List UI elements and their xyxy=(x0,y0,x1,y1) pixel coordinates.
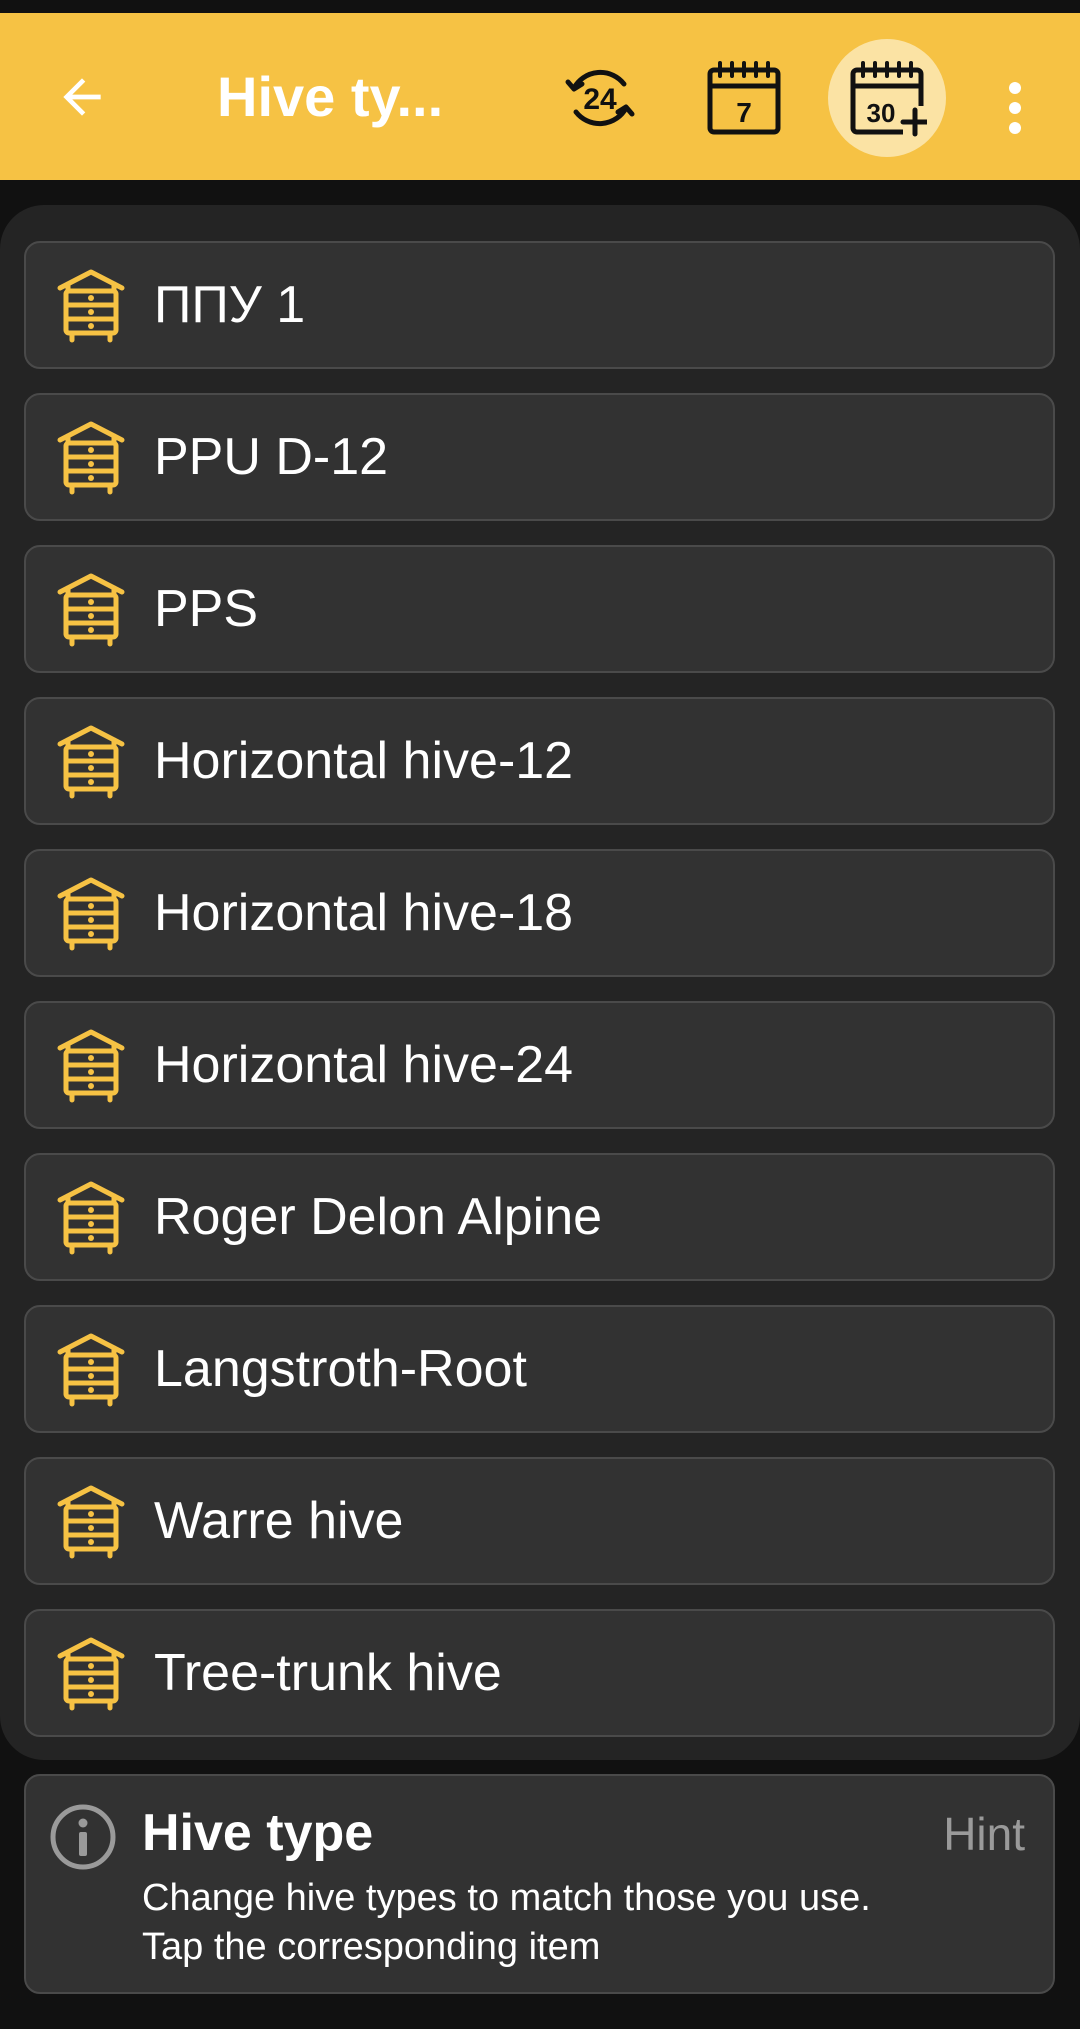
list-item[interactable]: PPS xyxy=(24,545,1055,673)
list-item-label: Horizontal hive-18 xyxy=(154,884,574,942)
list-item[interactable]: Tree-trunk hive xyxy=(24,1609,1055,1737)
more-vertical-icon xyxy=(1009,82,1021,134)
hive-icon xyxy=(57,1029,125,1103)
hint-card: Hive type Hint Change hive types to matc… xyxy=(24,1774,1055,1994)
list-item[interactable]: Horizontal hive-24 xyxy=(24,1001,1055,1129)
calendar-30-plus-button[interactable]: 30 xyxy=(828,39,946,157)
list-item[interactable]: Horizontal hive-18 xyxy=(24,849,1055,977)
list-item-label: PPS xyxy=(154,580,259,638)
hive-icon xyxy=(57,877,125,951)
list-item-label: Horizontal hive-24 xyxy=(154,1036,574,1094)
list-item[interactable]: ППУ 1 xyxy=(24,241,1055,369)
hive-icon xyxy=(57,1485,125,1559)
arrow-left-icon xyxy=(63,78,101,116)
hive-icon xyxy=(57,269,125,343)
hive-icon xyxy=(57,1637,125,1711)
list-item[interactable]: Roger Delon Alpine xyxy=(24,1153,1055,1281)
back-button[interactable] xyxy=(38,53,126,141)
period-24h-icon: 24 xyxy=(565,69,635,127)
hive-icon xyxy=(57,725,125,799)
page-title: Hive ty... xyxy=(217,65,444,128)
hive-icon xyxy=(57,1333,125,1407)
svg-text:24: 24 xyxy=(583,83,617,116)
hive-icon xyxy=(57,421,125,495)
list-item[interactable]: Horizontal hive-12 xyxy=(24,697,1055,825)
list-item-label: Warre hive xyxy=(154,1492,404,1550)
hint-line-1: Change hive types to match those you use… xyxy=(142,1877,871,1919)
app-bar: Hive ty... 24 7 30 xyxy=(0,13,1080,180)
svg-text:7: 7 xyxy=(736,97,752,128)
hint-line-2: Tap the corresponding item xyxy=(142,1926,601,1968)
list-item[interactable]: PPU D-12 xyxy=(24,393,1055,521)
calendar-30-plus-icon: 30 xyxy=(850,61,927,137)
more-options-button[interactable] xyxy=(985,63,1045,153)
period-24h-button[interactable]: 24 xyxy=(541,39,659,157)
list-item-label: Langstroth-Root xyxy=(154,1340,527,1398)
list-item[interactable]: Warre hive xyxy=(24,1457,1055,1585)
list-item-label: Tree-trunk hive xyxy=(154,1644,502,1702)
list-item-label: Horizontal hive-12 xyxy=(154,732,574,790)
list-item[interactable]: Langstroth-Root xyxy=(24,1305,1055,1433)
list-item-label: Roger Delon Alpine xyxy=(154,1188,603,1246)
hive-icon xyxy=(57,1181,125,1255)
svg-text:30: 30 xyxy=(867,98,896,128)
info-icon xyxy=(50,1804,116,1870)
hint-title: Hive type xyxy=(142,1804,374,1862)
hint-text: Change hive types to match those you use… xyxy=(142,1874,1042,1972)
status-bar xyxy=(0,0,1080,13)
hive-type-list: ППУ 1 PPU D-12 PPS Horizontal hive-12 Horizo… xyxy=(0,205,1080,1760)
calendar-7-days-icon: 7 xyxy=(707,61,781,135)
hint-tag: Hint xyxy=(943,1808,1025,1860)
hive-icon xyxy=(57,573,125,647)
list-item-label: PPU D-12 xyxy=(154,428,389,486)
list-item-label: ППУ 1 xyxy=(154,276,306,334)
calendar-7-days-button[interactable]: 7 xyxy=(685,39,803,157)
